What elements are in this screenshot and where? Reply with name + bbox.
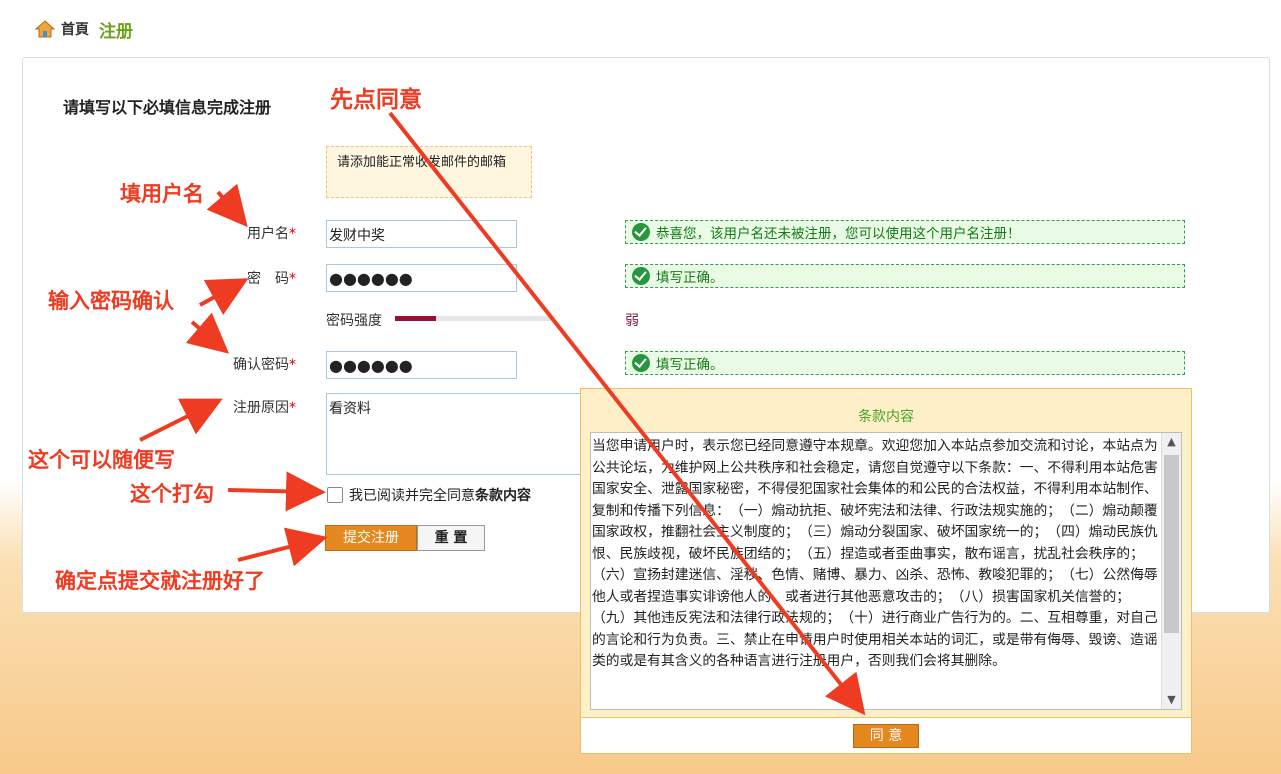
form-title: 请填写以下必填信息完成注册	[63, 98, 272, 117]
check-icon	[632, 354, 650, 372]
agree-checkbox[interactable]	[327, 487, 343, 503]
terms-text: 当您申请用户时，表示您已经同意遵守本规章。欢迎您加入本站点参加交流和讨论，本站点…	[592, 438, 1158, 669]
page-title: 注册	[99, 21, 133, 42]
home-icon[interactable]	[34, 19, 56, 39]
scroll-thumb[interactable]	[1164, 455, 1179, 633]
strength-bar	[395, 316, 551, 321]
annotation-write-anything: 这个可以随便写	[28, 448, 175, 472]
reset-button[interactable]: 重 置	[417, 525, 485, 551]
username-field[interactable]: 发财中奖	[326, 220, 517, 248]
annotation-agree-first: 先点同意	[330, 87, 422, 113]
confirm-status: 填写正确。	[625, 351, 1185, 375]
confirm-password-field[interactable]: ●●●●●●	[326, 351, 517, 379]
email-hint: 请添加能正常收发邮件的邮箱	[326, 146, 532, 198]
terms-link[interactable]: 条款内容	[475, 485, 531, 505]
check-icon	[632, 267, 650, 285]
strength-label: 密码强度	[326, 313, 382, 329]
terms-title: 条款内容	[858, 409, 914, 425]
terms-dialog: 条款内容 当您申请用户时，表示您已经同意遵守本规章。欢迎您加入本站点参加交流和讨…	[580, 388, 1192, 754]
submit-button[interactable]: 提交注册	[325, 525, 417, 551]
password-label: 密 码*	[247, 271, 296, 287]
agree-button[interactable]: 同 意	[853, 724, 919, 748]
annotation-check-this: 这个打勾	[130, 482, 214, 506]
annotation-enter-password: 输入密码确认	[48, 289, 174, 313]
annotation-fill-username: 填用户名	[120, 182, 204, 206]
strength-text: 弱	[625, 313, 639, 329]
username-status: 恭喜您，该用户名还未被注册，您可以使用这个用户名注册！	[625, 220, 1185, 244]
agree-text: 我已阅读并完全同意	[349, 488, 475, 504]
terms-content-box[interactable]: 当您申请用户时，表示您已经同意遵守本规章。欢迎您加入本站点参加交流和讨论，本站点…	[590, 432, 1182, 710]
reason-label: 注册原因*	[233, 400, 296, 416]
scroll-up-icon[interactable]: ▲	[1162, 433, 1181, 451]
password-status: 填写正确。	[625, 264, 1185, 288]
annotation-submit-done: 确定点提交就注册好了	[55, 569, 265, 593]
username-label: 用户名*	[247, 226, 296, 242]
agree-row: 我已阅读并完全同意 条款内容	[327, 485, 531, 505]
breadcrumb-home[interactable]: 首頁	[61, 19, 89, 39]
confirm-label: 确认密码*	[233, 357, 296, 373]
reason-textarea[interactable]: 看资料	[326, 393, 591, 475]
breadcrumb: 首頁 注册	[34, 16, 133, 42]
check-icon	[632, 223, 650, 241]
terms-footer: 同 意	[581, 717, 1191, 753]
strength-fill	[395, 316, 436, 321]
terms-scrollbar[interactable]: ▲ ▼	[1161, 433, 1181, 709]
password-field[interactable]: ●●●●●●	[326, 264, 517, 292]
scroll-down-icon[interactable]: ▼	[1162, 691, 1181, 709]
